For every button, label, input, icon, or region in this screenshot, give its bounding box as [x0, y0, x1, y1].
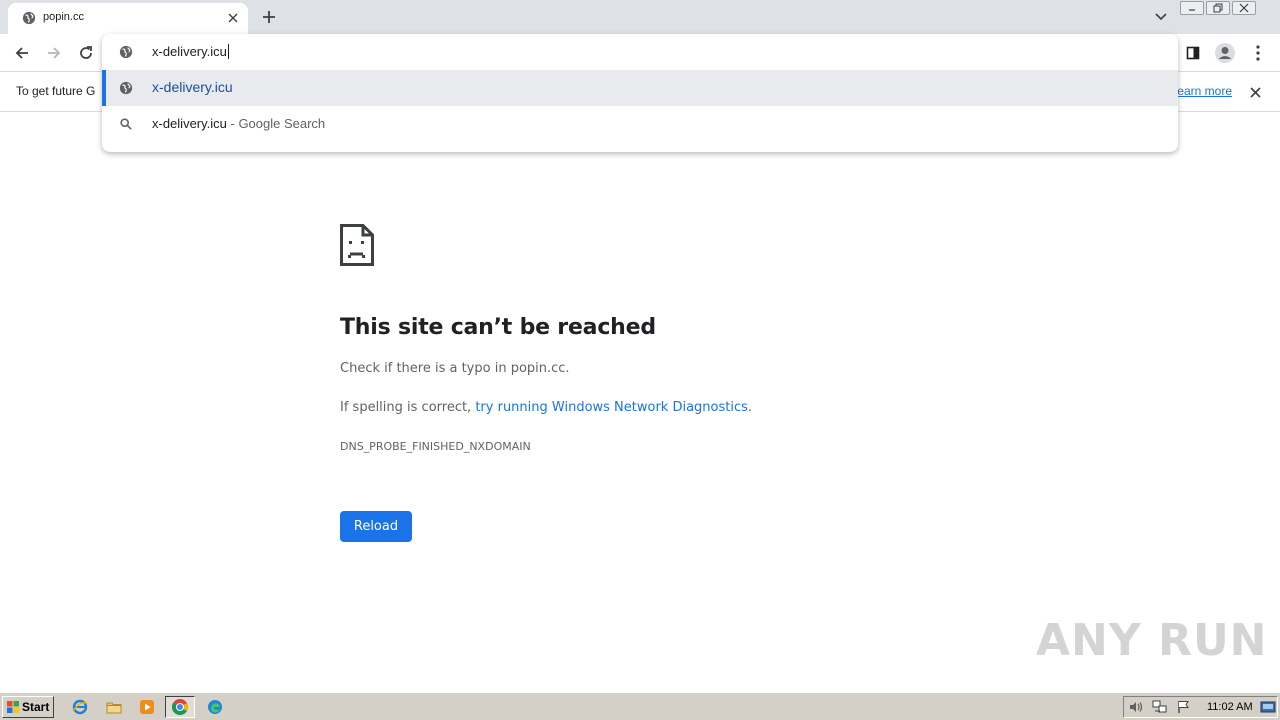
- address-input[interactable]: x-delivery.icu: [152, 44, 229, 59]
- side-panel-icon: [1186, 46, 1200, 60]
- info-bar-close-icon[interactable]: [1246, 83, 1264, 101]
- start-button[interactable]: Start: [2, 696, 54, 718]
- file-explorer-icon[interactable]: [103, 697, 125, 717]
- suggestion-search[interactable]: x-delivery.icu - Google Search: [102, 106, 1178, 142]
- sad-document-icon: [340, 224, 374, 266]
- reload-icon: [80, 46, 92, 59]
- suggestion-search-label: x-delivery.icu - Google Search: [152, 116, 326, 131]
- arrow-right-icon: [48, 47, 61, 59]
- error-hint-diagnostics: If spelling is correct, try running Wind…: [340, 400, 753, 415]
- chrome-taskbar-button[interactable]: [165, 696, 195, 718]
- text-cursor: [227, 44, 229, 59]
- profile-button[interactable]: [1212, 40, 1238, 66]
- internet-explorer-icon[interactable]: [69, 697, 91, 717]
- tab-popin[interactable]: popin.cc: [8, 3, 248, 34]
- error-title: This site can’t be reached: [340, 315, 656, 340]
- network-icon[interactable]: [1152, 700, 1168, 714]
- tab-search-chevron-icon[interactable]: [1150, 6, 1172, 28]
- start-label: Start: [22, 700, 50, 714]
- network-diagnostics-link[interactable]: try running Windows Network Diagnostics: [475, 400, 748, 415]
- restore-icon[interactable]: [1206, 1, 1230, 15]
- address-input-value: x-delivery.icu: [152, 44, 227, 59]
- back-button[interactable]: [9, 40, 35, 66]
- suggestion-url-label: x-delivery.icu: [152, 79, 233, 95]
- side-panel-button[interactable]: [1180, 40, 1206, 66]
- globe-icon: [119, 81, 133, 95]
- suggestion-url[interactable]: x-delivery.icu: [102, 70, 1178, 106]
- new-tab-button[interactable]: [258, 6, 280, 28]
- taskbar: Start 11:02 AM: [0, 692, 1280, 720]
- omnibox-input-row[interactable]: x-delivery.icu: [102, 34, 1178, 70]
- menu-button[interactable]: [1245, 40, 1271, 66]
- system-tray: 11:02 AM: [1123, 696, 1278, 718]
- globe-icon: [119, 45, 133, 59]
- reload-button[interactable]: Reload: [340, 511, 412, 542]
- error-hint-typo: Check if there is a typo in popin.cc.: [340, 361, 570, 376]
- forward-button[interactable]: [41, 40, 67, 66]
- tab-title: popin.cc: [43, 11, 84, 23]
- edge-icon[interactable]: [204, 697, 226, 717]
- selection-indicator: [102, 70, 106, 106]
- avatar-icon: [1215, 43, 1235, 63]
- window-close-icon[interactable]: [1232, 1, 1256, 15]
- tab-close-icon[interactable]: [224, 9, 242, 27]
- action-center-flag-icon[interactable]: [1176, 700, 1192, 714]
- media-player-icon[interactable]: [136, 697, 158, 717]
- search-icon: [120, 118, 132, 130]
- globe-icon: [22, 11, 36, 25]
- info-bar-text: To get future G: [16, 84, 96, 98]
- omnibox-dropdown: x-delivery.icu x-delivery.icu x-delivery…: [102, 34, 1178, 152]
- reload-toolbar-button[interactable]: [73, 40, 99, 66]
- window-controls: [1180, 1, 1256, 17]
- volume-icon[interactable]: [1128, 700, 1144, 714]
- learn-more-link[interactable]: earn more: [1177, 84, 1232, 98]
- watermark-logo: ANY RUN: [1036, 614, 1268, 666]
- chrome-icon: [172, 699, 188, 715]
- taskbar-clock[interactable]: 11:02 AM: [1207, 701, 1253, 713]
- kebab-menu-icon: [1256, 45, 1260, 61]
- show-desktop-icon[interactable]: [1260, 700, 1276, 714]
- tab-strip: popin.cc: [0, 0, 1280, 34]
- error-code: DNS_PROBE_FINISHED_NXDOMAIN: [340, 440, 531, 453]
- arrow-left-icon: [15, 47, 28, 59]
- windows-flag-icon: [7, 701, 19, 713]
- minimize-icon[interactable]: [1180, 1, 1204, 15]
